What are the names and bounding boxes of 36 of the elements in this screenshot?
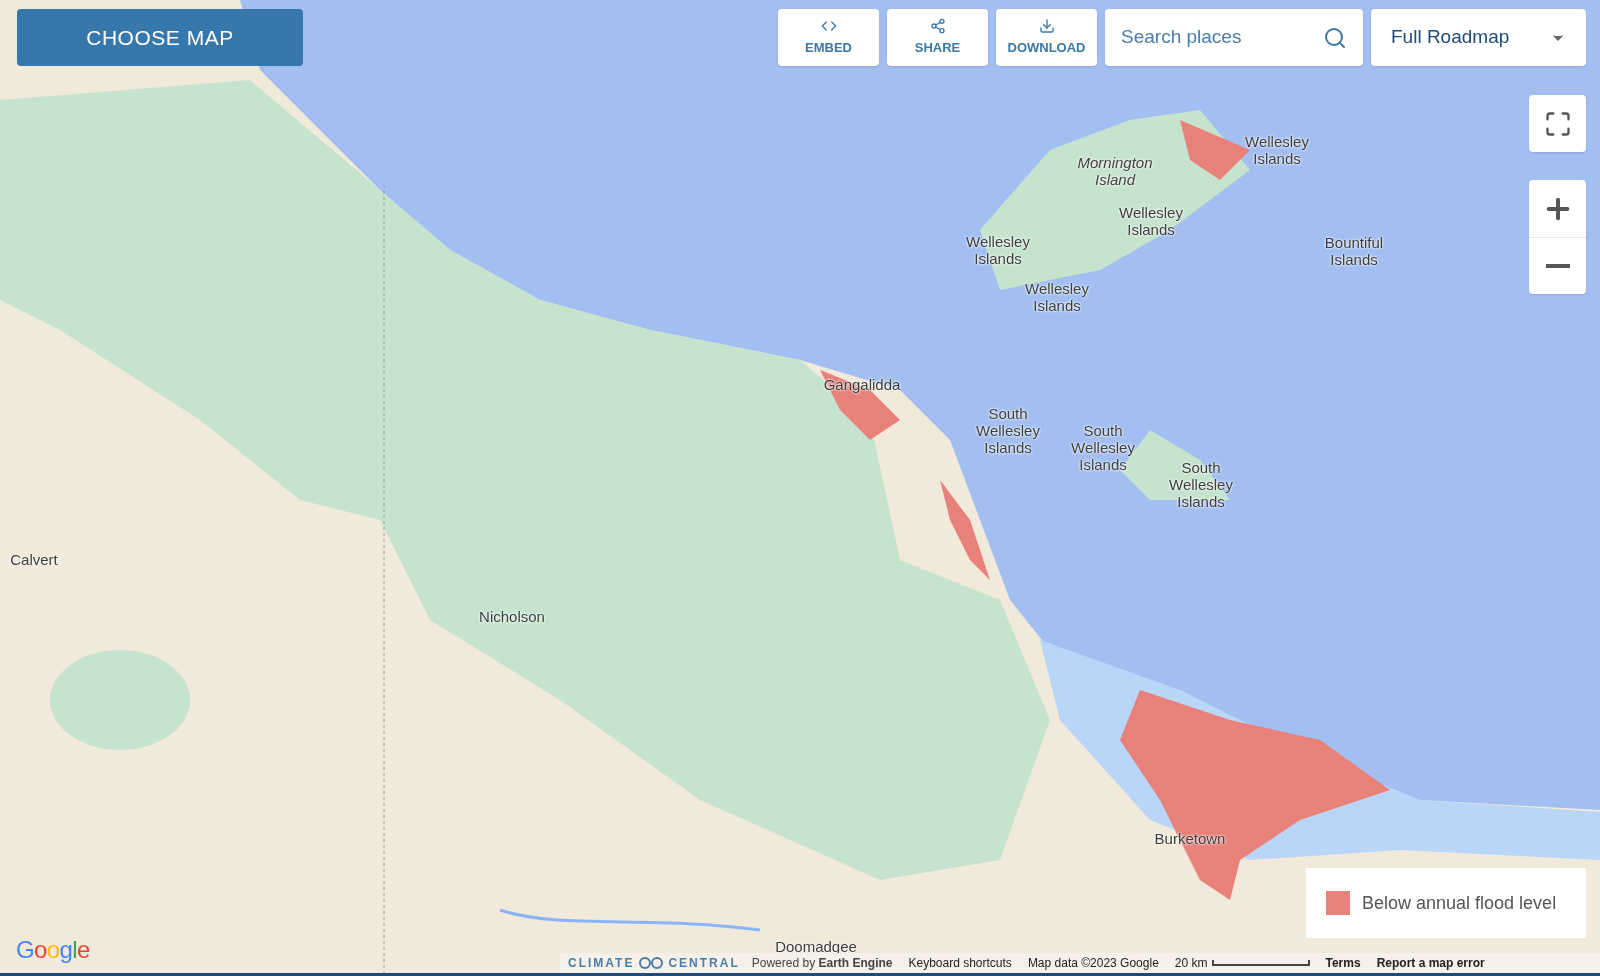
- search-input[interactable]: Search places: [1121, 23, 1323, 52]
- footer-link[interactable]: Terms: [1325, 954, 1361, 972]
- map-place-label: Bountiful Islands: [1324, 234, 1384, 268]
- map-place-label: Mornington Island: [1077, 154, 1153, 188]
- brand-logo-icon: [638, 957, 665, 969]
- search-icon: [1323, 25, 1347, 50]
- map-place-label: Calvert: [10, 550, 58, 568]
- map-type-dropdown[interactable]: Full Roadmap: [1371, 9, 1586, 66]
- toolbar-button[interactable]: SHARE: [887, 9, 988, 66]
- search-field[interactable]: Search places: [1105, 9, 1363, 66]
- brand-text: CENTRAL: [668, 955, 740, 972]
- map-place-label: Wellesley Islands: [1119, 204, 1183, 238]
- brand-text: CLIMATE: [568, 955, 635, 972]
- scale-label: 20 km: [1174, 955, 1208, 972]
- map-place-label: Wellesley Islands: [966, 233, 1030, 267]
- share-icon: [929, 17, 946, 34]
- choose-map-button[interactable]: CHOOSE MAP: [17, 9, 303, 66]
- map-place-label: South Wellesley Islands: [1071, 421, 1135, 473]
- map-place-label: Wellesley Islands: [1245, 133, 1309, 167]
- map-place-label: South Wellesley Islands: [1169, 458, 1233, 510]
- fullscreen-button[interactable]: [1529, 95, 1586, 152]
- map-place-label: Nicholson: [479, 607, 545, 625]
- toolbar-button[interactable]: EMBED: [778, 9, 879, 66]
- footer-link[interactable]: Keyboard shortcuts: [908, 954, 1012, 972]
- toolbar-button[interactable]: DOWNLOAD: [996, 9, 1097, 66]
- powered-by-text: Powered by Earth Engine: [751, 955, 893, 972]
- map-place-label: Doomadgee: [775, 937, 857, 955]
- footer-link[interactable]: Map data ©2023 Google: [1027, 954, 1159, 972]
- footer-link[interactable]: Report a map error: [1376, 954, 1485, 972]
- google-logo: Google: [16, 938, 90, 962]
- fullscreen-icon: [1543, 109, 1572, 138]
- minus-icon: [1545, 264, 1570, 268]
- map-place-label: Wellesley Islands: [1025, 280, 1089, 314]
- map-place-label: South Wellesley Islands: [976, 404, 1040, 456]
- legend-label: Below annual flood level: [1362, 891, 1557, 915]
- download-icon: [1038, 17, 1055, 34]
